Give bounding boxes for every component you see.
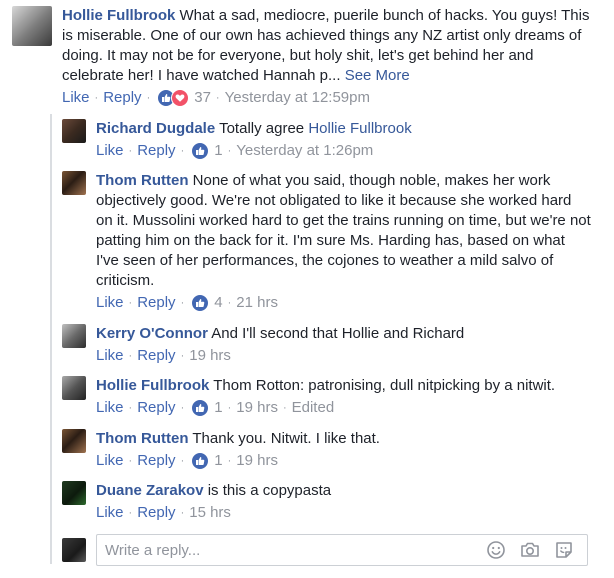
reply-button[interactable]: Reply bbox=[137, 141, 175, 161]
reaction-count: 1 bbox=[214, 399, 223, 416]
like-button[interactable]: Like bbox=[96, 293, 124, 313]
see-more-link[interactable]: See More bbox=[345, 67, 410, 84]
reaction-count: 1 bbox=[214, 142, 223, 159]
timestamp[interactable]: Yesterday at 1:26pm bbox=[236, 141, 373, 161]
love-reaction-icon bbox=[171, 89, 190, 107]
comment-actions: Like · Reply · 37 · Yesterday at 12:59pm bbox=[62, 88, 370, 108]
reactions[interactable]: 1 bbox=[191, 141, 223, 161]
reaction-count: 1 bbox=[214, 452, 223, 469]
emoji-icon[interactable] bbox=[485, 539, 507, 561]
like-button[interactable]: Like bbox=[62, 88, 90, 108]
thread-line bbox=[50, 114, 52, 564]
like-button[interactable]: Like bbox=[96, 398, 124, 418]
like-reaction-icon bbox=[191, 294, 210, 312]
reply-comment: Richard Dugdale Totally agree Hollie Ful… bbox=[62, 119, 597, 161]
reply-button[interactable]: Reply bbox=[137, 451, 175, 471]
timestamp[interactable]: 15 hrs bbox=[189, 503, 231, 523]
timestamp[interactable]: 19 hrs bbox=[189, 346, 231, 366]
reply-text: Thom Rotton: patronising, dull nitpickin… bbox=[213, 377, 556, 394]
timestamp[interactable]: 19 hrs bbox=[236, 398, 278, 418]
reply-button[interactable]: Reply bbox=[137, 398, 175, 418]
like-reaction-icon bbox=[191, 452, 210, 470]
reply-author[interactable]: Richard Dugdale bbox=[96, 120, 215, 137]
reply-button[interactable]: Reply bbox=[103, 88, 141, 108]
reply-text: None of what you said, though noble, mak… bbox=[96, 172, 591, 289]
reply-author[interactable]: Thom Rutten bbox=[96, 430, 188, 447]
reply-author[interactable]: Thom Rutten bbox=[96, 172, 188, 189]
reply-comment: Duane Zarakov is this a copypasta Like ·… bbox=[62, 481, 597, 523]
reply-text: Totally agree bbox=[219, 120, 305, 137]
reactions[interactable]: 37 bbox=[157, 88, 211, 108]
like-button[interactable]: Like bbox=[96, 451, 124, 471]
reply-composer bbox=[96, 534, 588, 566]
sticker-icon[interactable] bbox=[553, 539, 575, 561]
timestamp[interactable]: 19 hrs bbox=[236, 451, 278, 471]
avatar[interactable] bbox=[62, 376, 86, 400]
reply-text: Thank you. Nitwit. I like that. bbox=[192, 430, 380, 447]
reply-author[interactable]: Hollie Fullbrook bbox=[96, 377, 209, 394]
reply-input[interactable] bbox=[97, 537, 485, 563]
current-user-avatar bbox=[62, 538, 86, 562]
timestamp[interactable]: 21 hrs bbox=[236, 293, 278, 313]
reaction-count: 4 bbox=[214, 294, 223, 311]
avatar[interactable] bbox=[62, 171, 86, 195]
reaction-count: 37 bbox=[194, 89, 211, 106]
like-reaction-icon bbox=[191, 142, 210, 160]
like-button[interactable]: Like bbox=[96, 346, 124, 366]
comment-author[interactable]: Hollie Fullbrook bbox=[62, 7, 175, 24]
reply-comment: Thom Rutten None of what you said, thoug… bbox=[62, 171, 597, 313]
like-button[interactable]: Like bbox=[96, 141, 124, 161]
reply-button[interactable]: Reply bbox=[137, 503, 175, 523]
reply-comment: Thom Rutten Thank you. Nitwit. I like th… bbox=[62, 429, 597, 471]
reply-text: is this a copypasta bbox=[207, 482, 332, 499]
reply-button[interactable]: Reply bbox=[137, 346, 175, 366]
like-reaction-icon bbox=[191, 399, 210, 417]
reply-button[interactable]: Reply bbox=[137, 293, 175, 313]
comment-top: Hollie Fullbrook What a sad, mediocre, p… bbox=[12, 6, 597, 108]
camera-icon[interactable] bbox=[519, 539, 541, 561]
reactions[interactable]: 1 bbox=[191, 451, 223, 471]
timestamp[interactable]: Yesterday at 12:59pm bbox=[225, 88, 370, 108]
reply-comment: Kerry O'Connor And I'll second that Holl… bbox=[62, 324, 597, 366]
reply-author[interactable]: Duane Zarakov bbox=[96, 482, 204, 499]
reactions[interactable]: 4 bbox=[191, 293, 223, 313]
avatar[interactable] bbox=[62, 481, 86, 505]
avatar[interactable] bbox=[62, 324, 86, 348]
reactions[interactable]: 1 bbox=[191, 398, 223, 418]
avatar[interactable] bbox=[62, 429, 86, 453]
avatar[interactable] bbox=[12, 6, 52, 46]
mention-link[interactable]: Hollie Fullbrook bbox=[308, 120, 411, 137]
reply-comment: Hollie Fullbrook Thom Rotton: patronisin… bbox=[62, 376, 597, 418]
reply-text: And I'll second that Hollie and Richard bbox=[211, 325, 465, 342]
like-button[interactable]: Like bbox=[96, 503, 124, 523]
edited-label[interactable]: Edited bbox=[292, 398, 335, 418]
avatar[interactable] bbox=[62, 119, 86, 143]
reply-author[interactable]: Kerry O'Connor bbox=[96, 325, 208, 342]
